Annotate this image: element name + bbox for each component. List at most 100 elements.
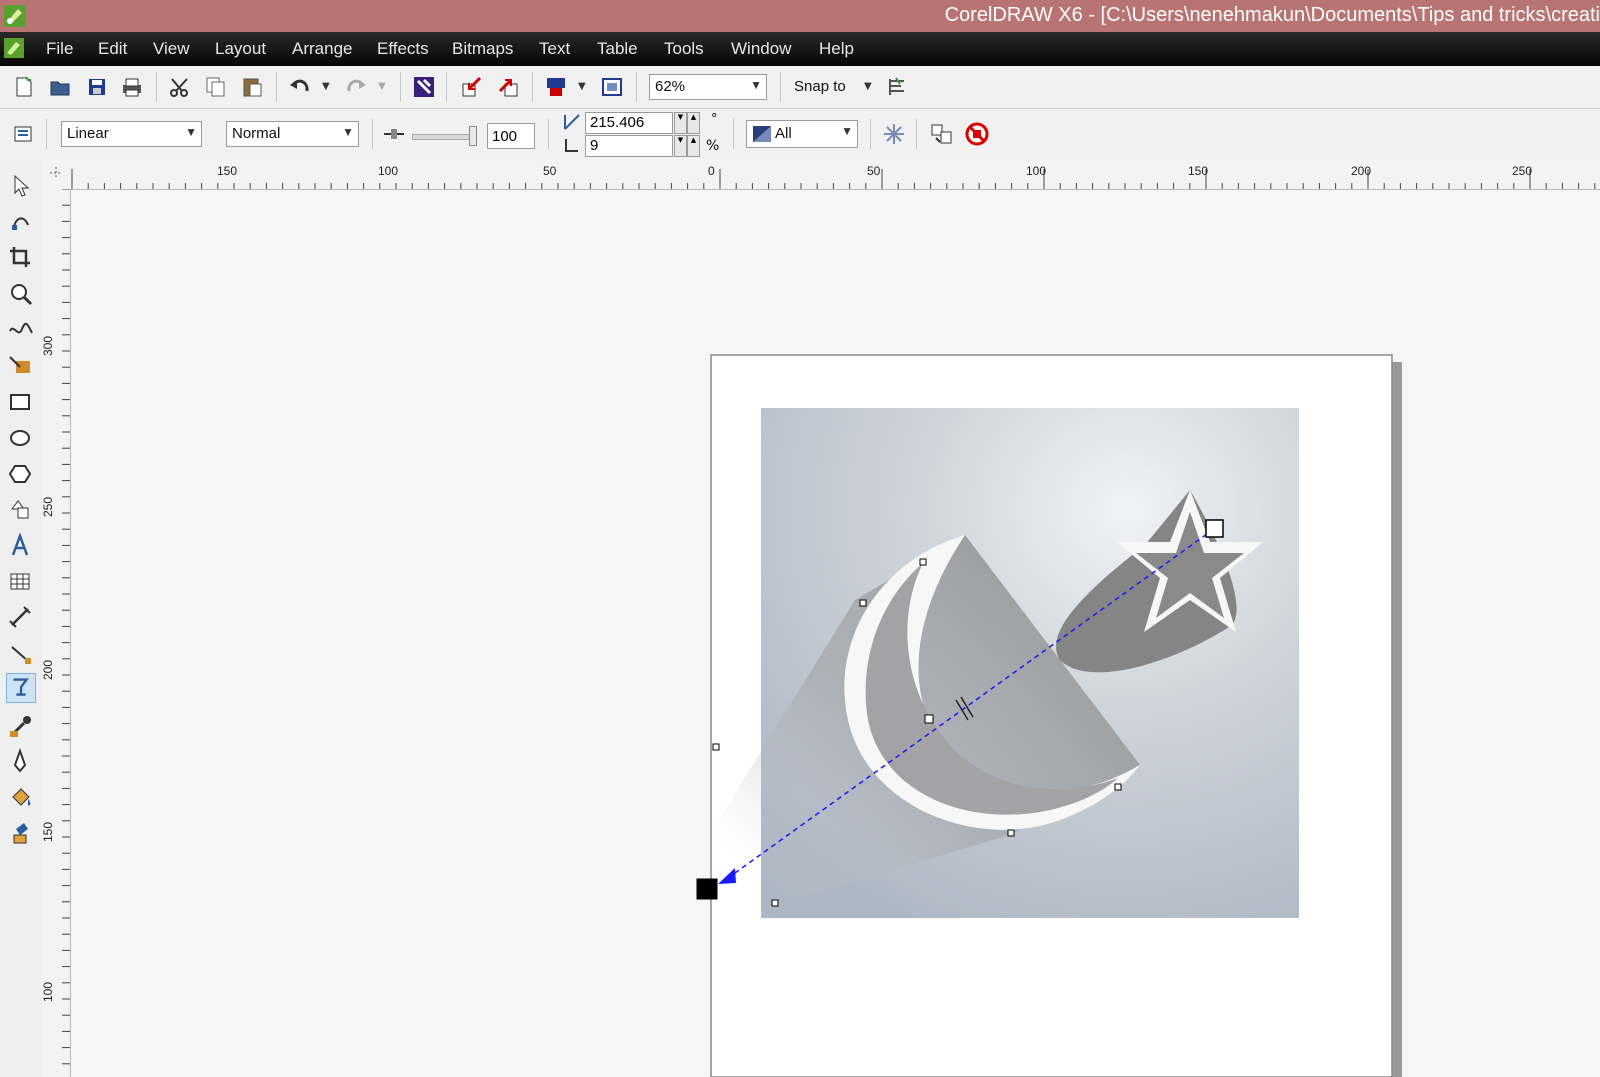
end-node-handle[interactable] [1205,519,1224,538]
publish-pdf-icon[interactable] [544,75,568,99]
text-tool-icon[interactable] [6,531,36,561]
publish-dropdown-icon[interactable]: ▼ [578,81,586,92]
smart-fill-tool-icon[interactable] [6,351,36,381]
menu-arrange[interactable]: Arrange [292,39,352,59]
table-tool-icon[interactable] [6,567,36,597]
merge-mode-select[interactable]: Normal ▼ [226,121,359,147]
node-handle[interactable] [924,714,934,724]
angle-spinner-up[interactable]: ▲ [687,112,700,134]
chevron-down-icon: ▼ [841,124,853,138]
import-icon[interactable] [460,75,484,99]
ruler-label: 0 [708,164,715,178]
apply-to-value: All [775,125,792,142]
transparency-type-select[interactable]: Linear ▼ [61,121,202,147]
rectangle-tool-icon[interactable] [6,387,36,417]
standard-toolbar: ▼ ▼ ▼ 62% ▼ Snap to ▼ [0,66,1600,109]
transparency-tool[interactable] [6,673,36,703]
ellipse-tool-icon[interactable] [6,423,36,453]
menu-view[interactable]: View [153,39,190,59]
outline-tool-icon[interactable] [6,747,36,777]
menu-bitmaps[interactable]: Bitmaps [452,39,513,59]
interactive-fill-tool-icon[interactable] [6,819,36,849]
apply-to-select[interactable]: All ▼ [746,120,858,148]
pick-tool-icon[interactable] [6,171,36,201]
snap-to-dropdown-icon[interactable]: ▼ [864,81,872,92]
new-document-icon[interactable] [12,75,36,99]
freeze-transparency-icon[interactable] [882,122,906,146]
zoom-tool-icon[interactable] [6,279,36,309]
connector-tool-icon[interactable] [6,639,36,669]
angle-icon [564,114,580,130]
menu-table[interactable]: Table [597,39,638,59]
dimension-tool-icon[interactable] [6,603,36,633]
undo-dropdown-icon[interactable]: ▼ [322,81,330,92]
horizontal-ruler[interactable]: 150 100 50 0 50 100 150 200 250 [70,159,1600,190]
node-handle[interactable] [1007,829,1015,837]
copy-transparency-icon[interactable] [930,122,954,146]
transparency-slider-handle[interactable] [469,126,477,146]
menu-tools[interactable]: Tools [664,39,704,59]
menu-effects[interactable]: Effects [377,39,429,59]
transparency-slider[interactable] [412,134,476,140]
window-title: CorelDRAW X6 - [C:\Users\nenehmakun\Docu… [944,4,1600,26]
menu-edit[interactable]: Edit [98,39,127,59]
toolbox [0,159,43,1077]
eyedropper-tool-icon[interactable] [6,711,36,741]
copy-icon[interactable] [204,75,228,99]
document-menu-icon[interactable] [4,38,24,58]
angle-field[interactable]: 215.406 [585,112,673,134]
drawing-canvas[interactable] [71,190,1600,1077]
object-properties-icon[interactable] [12,122,36,146]
undo-icon[interactable] [288,75,312,99]
menu-layout[interactable]: Layout [215,39,266,59]
snap-to-button[interactable]: Snap to [794,78,846,95]
edge-pad-spinner[interactable]: ▼ [674,135,687,157]
ruler-label: 100 [1026,164,1047,178]
angle-spinner[interactable]: ▼ [674,112,687,134]
snap-options-icon[interactable] [886,75,910,99]
zoom-level-select[interactable]: 62% ▼ [649,74,767,100]
drawing-window[interactable] [71,190,1600,1077]
node-handle[interactable] [1114,783,1122,791]
menu-help[interactable]: Help [819,39,854,59]
app-launcher-icon[interactable] [600,75,624,99]
shape-tool-icon[interactable] [6,207,36,237]
search-content-icon[interactable] [412,75,436,99]
ruler-label: 250 [1512,164,1533,178]
node-handle[interactable] [771,899,779,907]
property-bar: Linear ▼ Normal ▼ 100 215.406 ▼ ▲ ° 9 ▼ … [0,109,1600,160]
ruler-origin-corner[interactable] [42,159,71,190]
save-icon[interactable] [85,75,109,99]
chevron-down-icon: ▼ [185,125,197,139]
cut-icon[interactable] [168,75,192,99]
ruler-label: 200 [41,659,56,681]
transparency-tool-icon [13,678,29,696]
edge-pad-spinner-up[interactable]: ▲ [687,135,700,157]
paste-icon[interactable] [240,75,264,99]
freehand-tool-icon[interactable] [6,315,36,345]
export-icon[interactable] [496,75,520,99]
basic-shapes-tool-icon[interactable] [6,495,36,525]
ruler-label: 200 [1351,164,1372,178]
start-node-handle[interactable] [696,878,718,900]
menu-text[interactable]: Text [539,39,570,59]
open-icon[interactable] [48,75,72,99]
node-handle[interactable] [712,743,720,751]
menu-window[interactable]: Window [731,39,791,59]
node-handle[interactable] [919,558,927,566]
toolbar-separator [446,72,447,102]
redo-dropdown-icon[interactable]: ▼ [378,81,386,92]
edge-pad-field[interactable]: 9 [585,135,673,157]
menu-file[interactable]: File [46,39,73,59]
toolbar-separator [780,72,781,102]
transparency-value-field[interactable]: 100 [487,123,535,149]
print-icon[interactable] [120,75,144,99]
node-handle[interactable] [859,599,867,607]
redo-icon[interactable] [344,75,368,99]
polygon-tool-icon[interactable] [6,459,36,489]
clear-transparency-icon[interactable] [965,122,989,146]
midpoint-slider-icon [384,129,404,139]
fill-tool-icon[interactable] [6,783,36,813]
crop-tool-icon[interactable] [6,243,36,273]
vertical-ruler[interactable]: 300 250 200 150 100 [41,189,71,1077]
